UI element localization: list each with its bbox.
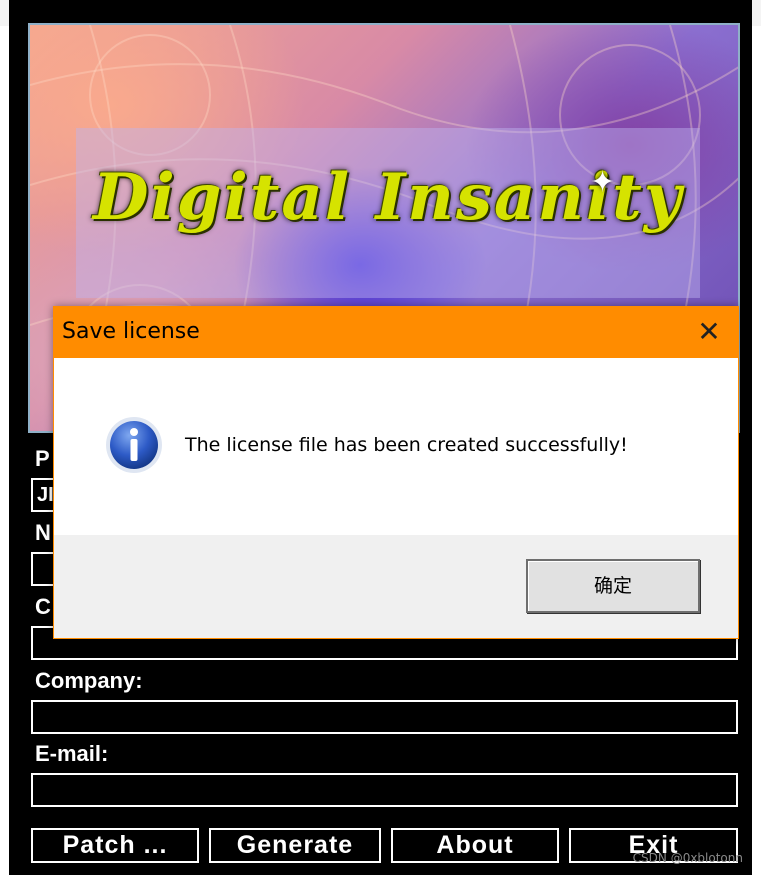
dialog-message: The license file has been created succes… [185, 434, 628, 456]
field-label-product: P [35, 446, 50, 471]
ok-button[interactable]: 确定 [526, 559, 700, 613]
close-icon[interactable]: ✕ [692, 315, 726, 349]
save-license-dialog: Save license ✕ The license file has been… [53, 306, 739, 639]
info-icon [106, 417, 162, 473]
generate-button[interactable]: Generate [209, 828, 381, 863]
about-button[interactable]: About [391, 828, 559, 863]
dialog-body: The license file has been created succes… [54, 358, 738, 535]
field-label-company: Company: [35, 668, 143, 693]
email-field[interactable] [31, 773, 738, 807]
dialog-title-bar: Save license ✕ [54, 307, 738, 358]
watermark: CSDN @0xblotonn [632, 851, 743, 865]
sparkle-icon: ✦ [590, 165, 616, 200]
field-label-email: E-mail: [35, 741, 109, 766]
field-label-name: N [35, 520, 51, 545]
company-field[interactable] [31, 700, 738, 734]
patch-button[interactable]: Patch ... [31, 828, 199, 863]
dialog-title: Save license [62, 319, 200, 344]
field-label-code: C [35, 594, 51, 619]
